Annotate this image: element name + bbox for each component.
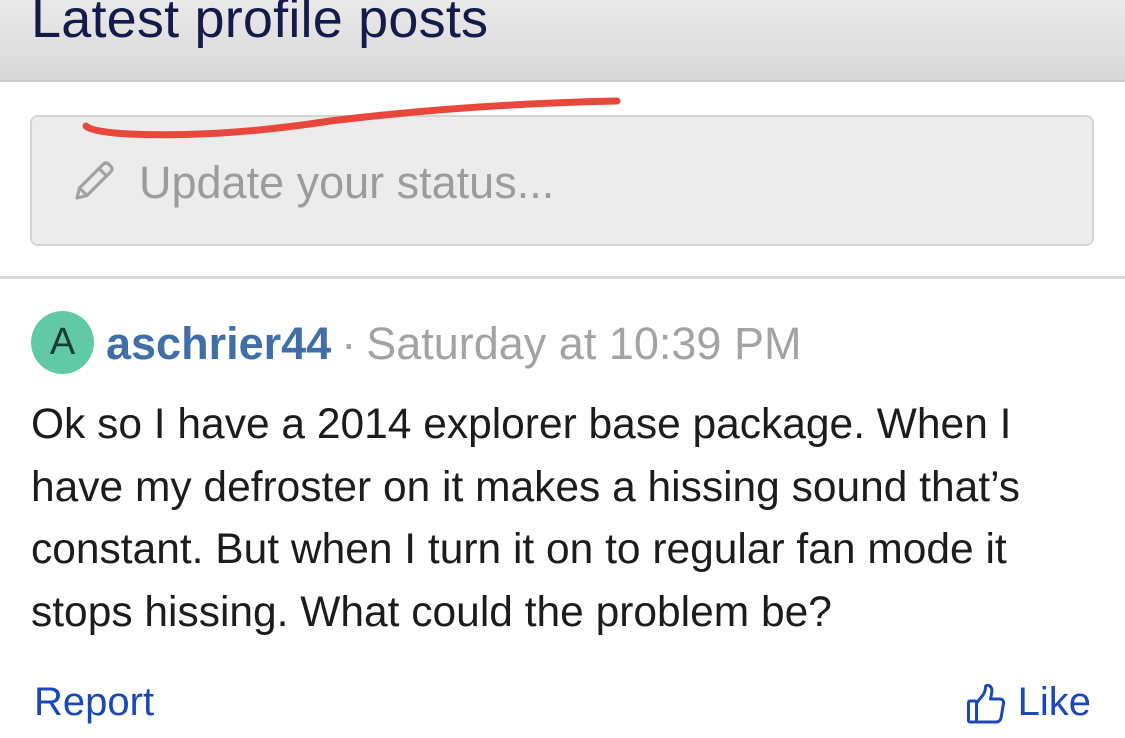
post-timestamp[interactable]: Saturday at 10:39 PM <box>366 318 801 369</box>
post-meta: aschrier44 · Saturday at 10:39 PM <box>106 318 801 370</box>
section-header: Latest profile posts <box>0 0 1125 82</box>
thumbs-up-icon <box>966 683 1005 723</box>
post-body-line: stops hissing. What could the problem be… <box>31 588 832 636</box>
section-title: Latest profile posts <box>31 0 489 49</box>
post-body: Ok so I have a 2014 explorer base packag… <box>31 394 1101 644</box>
status-update-input[interactable]: Update your status... <box>30 115 1094 246</box>
report-link[interactable]: Report <box>34 680 154 725</box>
like-button[interactable]: Like <box>966 680 1091 725</box>
profile-posts-page: Latest profile posts Update your status.… <box>0 0 1125 738</box>
post-body-line: Ok so I have a 2014 explorer base packag… <box>31 401 1012 448</box>
avatar[interactable]: A <box>31 311 94 374</box>
username-link[interactable]: aschrier44 <box>106 318 331 369</box>
status-placeholder: Update your status... <box>139 157 555 208</box>
post-body-line: constant. But when I turn it on to regul… <box>31 526 1007 573</box>
pencil-icon <box>75 161 114 200</box>
meta-separator: · <box>341 318 357 369</box>
like-label: Like <box>1017 680 1091 724</box>
divider <box>0 276 1125 279</box>
post-body-line: have my defroster on it makes a hissing … <box>31 463 1021 511</box>
